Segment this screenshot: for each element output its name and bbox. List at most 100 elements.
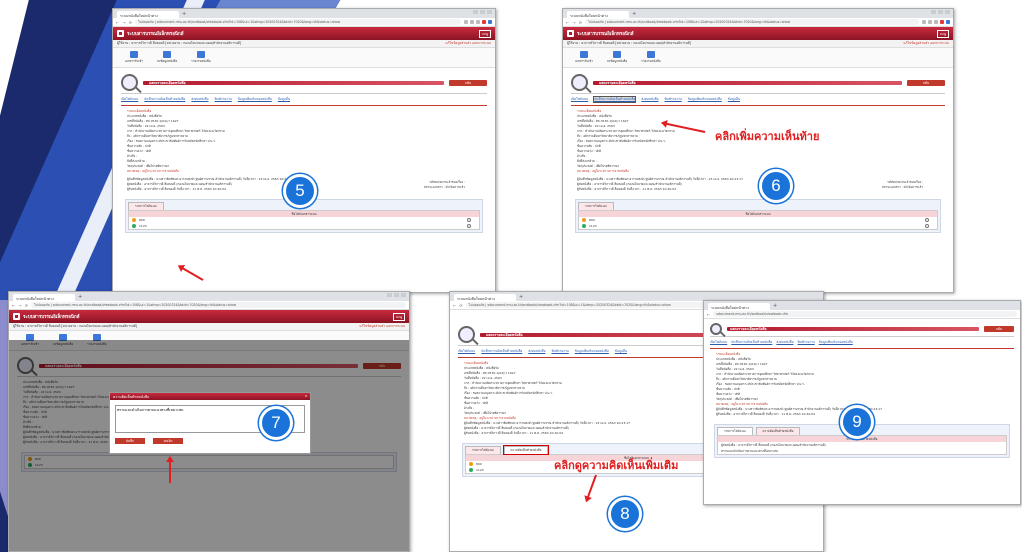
report-button[interactable]: รายงานหนังสือ xyxy=(191,51,211,64)
new-doc-button[interactable]: ลงข้อมูลหนังสือ xyxy=(157,51,177,64)
browser-tab[interactable]: ระบบหนังสือใหม่หน้าต่าง xyxy=(13,294,75,301)
attachment-name[interactable]: 1123 xyxy=(589,223,597,229)
inbox-button[interactable]: เอกสารรับเข้า xyxy=(125,51,143,64)
back-nav-icon[interactable]: ← xyxy=(707,312,710,317)
tab-forward[interactable]: ส่งต่อหนังสือ xyxy=(776,340,793,345)
back-nav-icon[interactable]: ← xyxy=(566,20,569,25)
report-button[interactable]: รายงานหนังสือ xyxy=(641,51,661,64)
menu-button[interactable]: เมนู xyxy=(937,29,949,38)
tab-attachments[interactable]: เปิดไฟล์แนบ xyxy=(710,340,727,345)
attachment-tab[interactable]: รายการไฟล์แนบ xyxy=(465,446,501,454)
tab-more-info[interactable]: ข้อมูลเพิ่มเติมของหนังสือ xyxy=(819,340,853,345)
tab-print[interactable]: พิมพ์รายงาน xyxy=(665,97,682,102)
tab-attachments[interactable]: เปิดไฟล์แนบ xyxy=(121,97,138,102)
new-tab-button[interactable]: + xyxy=(632,11,636,18)
minimize-button[interactable] xyxy=(931,10,936,14)
browser-tab[interactable]: ระบบหนังสือใหม่หน้าต่าง xyxy=(708,303,770,310)
attachment-tab[interactable]: รายการไฟล์แนบ xyxy=(128,202,164,210)
user-links[interactable]: แก้ไขข้อมูลส่วนตัว ออกจากระบบ xyxy=(903,41,949,46)
tab-forward[interactable]: ส่งต่อหนังสือ xyxy=(191,97,208,102)
maximize-button[interactable] xyxy=(938,10,943,14)
url-field[interactable]: ไม่ปลอดภัย | sdocument.rmu.ac.th/sndbook… xyxy=(585,19,919,25)
extension-icon[interactable] xyxy=(922,20,926,24)
view-icon[interactable] xyxy=(925,224,929,228)
reload-icon[interactable]: ⟳ xyxy=(579,20,582,25)
attachment-tab[interactable]: รายการไฟล์แนบ xyxy=(717,427,753,435)
browser-tab[interactable]: ระบบหนังสือใหม่หน้าต่าง xyxy=(117,11,179,18)
tab-forward[interactable]: ส่งต่อหนังสือ xyxy=(528,349,545,354)
user-links[interactable]: แก้ไขข้อมูลส่วนตัว ออกจากระบบ xyxy=(445,41,491,46)
extension-icon[interactable] xyxy=(470,20,474,24)
menu-button[interactable]: เมนู xyxy=(393,312,405,321)
forward-nav-icon[interactable]: → xyxy=(572,20,575,25)
back-button[interactable]: กลับ xyxy=(907,79,945,86)
forward-nav-icon[interactable]: → xyxy=(18,303,21,308)
tab-other[interactable]: ข้อมูลอื่น xyxy=(278,97,290,102)
minimize-button[interactable] xyxy=(473,10,478,14)
attachment-tab[interactable]: รายการไฟล์แนบ xyxy=(578,202,614,210)
back-nav-icon[interactable]: ← xyxy=(12,303,15,308)
user-links[interactable]: แก้ไขข้อมูลส่วนตัว ออกจากระบบ xyxy=(359,324,405,329)
url-field[interactable]: ไม่ปลอดภัย | sdocument.rmu.ac.th/sndbook… xyxy=(135,19,461,25)
comment-tab[interactable]: ความคิดเห็นท้ายหนังสือ xyxy=(755,427,801,435)
cancel-comment-button[interactable]: ยกเลิก xyxy=(153,438,183,444)
extension-icon[interactable] xyxy=(934,20,938,24)
tab-attachments[interactable]: เปิดไฟล์แนบ xyxy=(458,349,475,354)
extension-icon[interactable] xyxy=(464,20,468,24)
save-comment-button[interactable]: บันทึก xyxy=(115,438,145,444)
tab-more-info[interactable]: ข้อมูลเพิ่มเติมของหนังสือ xyxy=(688,97,722,102)
attachment-row[interactable]: 1123 xyxy=(129,223,479,229)
close-window-button[interactable] xyxy=(945,10,950,14)
tab-add-comment[interactable]: บันทึกความคิดเห็นท้ายหนังสือ xyxy=(593,96,637,103)
tab-other[interactable]: ข้อมูลอื่น xyxy=(615,349,627,354)
browser-tab[interactable]: ระบบหนังสือใหม่หน้าต่าง xyxy=(567,11,629,18)
new-tab-button[interactable]: + xyxy=(182,11,186,18)
back-nav-icon[interactable]: ← xyxy=(453,303,456,308)
url-field[interactable]: ไม่ปลอดภัย | sdocument.rmu.ac.th/sndbook… xyxy=(31,302,406,308)
close-window-button[interactable] xyxy=(401,293,406,297)
view-icon[interactable] xyxy=(467,218,471,222)
maximize-button[interactable] xyxy=(394,293,399,297)
extension-icon[interactable] xyxy=(940,20,944,24)
reload-icon[interactable]: ⟳ xyxy=(129,20,132,25)
comment-tab[interactable]: ความคิดเห็นท้ายหนังสือ xyxy=(502,445,550,455)
minimize-button[interactable] xyxy=(387,293,392,297)
extension-icon[interactable] xyxy=(488,20,492,24)
extension-icon[interactable] xyxy=(482,20,486,24)
back-nav-icon[interactable]: ← xyxy=(116,20,119,25)
view-icon[interactable] xyxy=(467,224,471,228)
tab-other[interactable]: ข้อมูลอื่น xyxy=(728,97,740,102)
extension-icon[interactable] xyxy=(476,20,480,24)
back-button[interactable]: กลับ xyxy=(449,79,487,86)
attachment-name[interactable]: 1123 xyxy=(476,467,484,473)
tab-add-comment[interactable]: บันทึกความคิดเห็นท้ายหนังสือ xyxy=(144,97,185,102)
inbox-button[interactable]: เอกสารรับเข้า xyxy=(575,51,593,64)
menu-button[interactable]: เมนู xyxy=(479,29,491,38)
tab-add-comment[interactable]: บันทึกความคิดเห็นท้ายหนังสือ xyxy=(731,340,772,345)
new-tab-button[interactable]: + xyxy=(519,294,523,301)
back-button[interactable]: กลับ xyxy=(984,325,1014,332)
close-window-button[interactable] xyxy=(487,10,492,14)
browser-tab[interactable]: ระบบหนังสือใหม่หน้าต่าง xyxy=(454,294,516,301)
tab-more-info[interactable]: ข้อมูลเพิ่มเติมของหนังสือ xyxy=(575,349,609,354)
extension-icon[interactable] xyxy=(946,20,950,24)
extension-icon[interactable] xyxy=(928,20,932,24)
tab-more-info[interactable]: ข้อมูลเพิ่มเติมของหนังสือ xyxy=(238,97,272,102)
tab-print[interactable]: พิมพ์รายงาน xyxy=(798,340,815,345)
reload-icon[interactable]: ⟳ xyxy=(459,303,462,308)
view-icon[interactable] xyxy=(925,218,929,222)
tab-add-comment[interactable]: บันทึกความคิดเห็นท้ายหนังสือ xyxy=(481,349,522,354)
new-tab-button[interactable]: + xyxy=(78,294,82,301)
reload-icon[interactable]: ⟳ xyxy=(25,303,28,308)
new-doc-button[interactable]: ลงข้อมูลหนังสือ xyxy=(607,51,627,64)
new-tab-button[interactable]: + xyxy=(773,303,777,310)
forward-nav-icon[interactable]: → xyxy=(122,20,125,25)
tab-attachments[interactable]: เปิดไฟล์แนบ xyxy=(571,97,588,102)
dialog-close-icon[interactable]: x xyxy=(305,394,307,399)
tab-forward[interactable]: ส่งต่อหนังสือ xyxy=(641,97,658,102)
url-field[interactable]: sdocument.rmu.ac.th/sndbook/viewbook.cfm xyxy=(713,311,1017,317)
tab-print[interactable]: พิมพ์รายงาน xyxy=(215,97,232,102)
attachment-row[interactable]: 1123 xyxy=(579,223,937,229)
tab-print[interactable]: พิมพ์รายงาน xyxy=(552,349,569,354)
maximize-button[interactable] xyxy=(480,10,485,14)
